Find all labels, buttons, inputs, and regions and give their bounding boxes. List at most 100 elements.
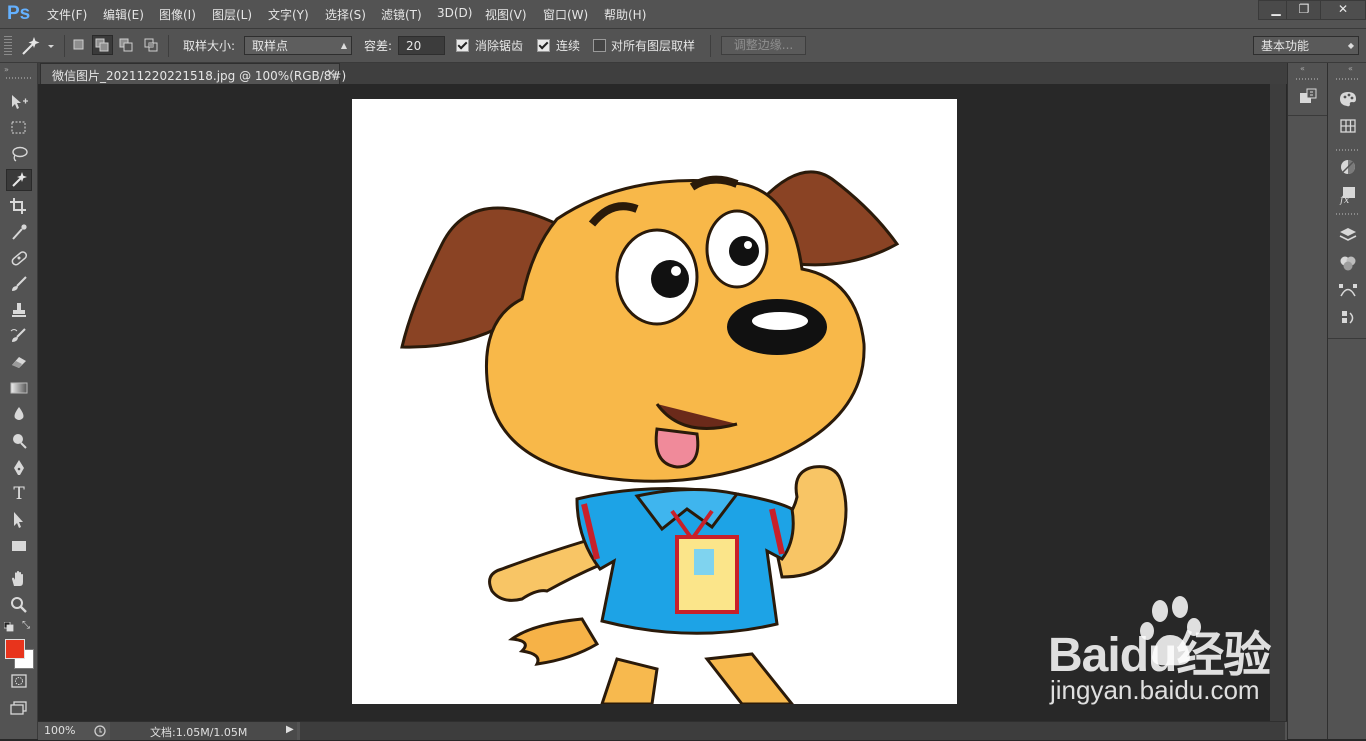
menu-select[interactable]: 选择(S)	[325, 6, 366, 23]
options-separator	[168, 35, 169, 57]
menu-image[interactable]: 图像(I)	[159, 6, 196, 23]
lasso-tool-icon	[12, 146, 28, 162]
paths-panel-button[interactable]	[1338, 281, 1358, 301]
gradient-tool-icon	[10, 382, 28, 394]
pen-tool[interactable]	[6, 457, 32, 479]
move-tool-icon	[12, 95, 28, 109]
rectangle-tool[interactable]	[6, 535, 32, 557]
expand-dock-icon[interactable]: «	[1300, 64, 1305, 73]
restore-button[interactable]: ❐	[1286, 0, 1322, 20]
options-separator	[64, 35, 65, 57]
collapse-toolbar-icon[interactable]: »	[4, 65, 9, 74]
toolbar-grip[interactable]	[6, 77, 31, 79]
chevron-down-icon: ◆	[1347, 41, 1354, 50]
swap-colors-icon[interactable]: ⤡	[22, 620, 30, 631]
dock-grip[interactable]	[1296, 78, 1320, 80]
hand-tool[interactable]	[6, 568, 32, 590]
menu-window[interactable]: 窗口(W)	[543, 6, 588, 23]
layers-panel-button[interactable]	[1338, 225, 1358, 245]
new-selection-icon	[73, 39, 84, 50]
magic-wand-preset-icon	[22, 37, 54, 55]
path-selection-tool-icon	[14, 512, 23, 528]
eraser-tool[interactable]	[6, 351, 32, 373]
menu-filter[interactable]: 滤镜(T)	[381, 6, 422, 23]
horizontal-scrollbar[interactable]	[300, 722, 1285, 740]
contiguous-checkbox[interactable]	[537, 39, 550, 52]
type-tool[interactable]: T	[6, 483, 32, 505]
clone-stamp-tool[interactable]	[6, 299, 32, 321]
document-canvas[interactable]	[352, 99, 957, 704]
menu-help[interactable]: 帮助(H)	[604, 6, 646, 23]
status-info-button[interactable]	[93, 724, 107, 738]
quick-mask-button[interactable]	[6, 670, 32, 692]
blur-tool[interactable]	[6, 403, 32, 425]
fx-styles-icon: fx	[1339, 187, 1355, 205]
gradient-tool[interactable]	[6, 377, 32, 399]
options-bar: 取样大小: 取样点 ▲ 容差: 20 消除锯齿 连续 对所有图层取样 调整边缘.…	[0, 29, 1366, 63]
styles-panel-button[interactable]: fx	[1338, 185, 1358, 205]
tool-preset-picker[interactable]	[19, 35, 57, 57]
document-close-icon[interactable]: ×	[326, 66, 336, 80]
history-brush-tool[interactable]	[6, 325, 32, 347]
swatches-panel-button[interactable]	[1338, 116, 1358, 136]
menu-edit[interactable]: 编辑(E)	[103, 6, 144, 23]
type-tool-icon: T	[13, 484, 25, 504]
marquee-tool[interactable]	[6, 117, 32, 139]
add-to-selection-button[interactable]	[92, 35, 113, 55]
dock-grip[interactable]	[1336, 78, 1360, 80]
menu-layer[interactable]: 图层(L)	[212, 6, 252, 23]
lasso-tool[interactable]	[6, 143, 32, 165]
quick-mask-icon	[11, 674, 27, 688]
document-tab-title: 微信图片_20211220221518.jpg @ 100%(RGB/8#)	[52, 69, 347, 83]
brush-tool[interactable]	[6, 273, 32, 295]
add-to-selection-icon	[95, 38, 109, 52]
screen-mode-button[interactable]	[6, 697, 32, 719]
options-grip[interactable]	[4, 35, 12, 55]
cartoon-dog-image	[400, 170, 900, 704]
tolerance-input[interactable]: 20	[398, 36, 445, 55]
sample-all-layers-checkbox[interactable]	[593, 39, 606, 52]
close-button[interactable]: ✕	[1320, 0, 1366, 20]
subtract-from-selection-button[interactable]	[117, 36, 135, 54]
healing-brush-tool[interactable]	[6, 247, 32, 269]
menu-type[interactable]: 文字(Y)	[268, 6, 309, 23]
menu-3d[interactable]: 3D(D)	[437, 6, 472, 20]
history-states-panel-button[interactable]	[1338, 309, 1358, 329]
photoshop-logo: Ps	[7, 3, 31, 24]
default-colors-icon[interactable]	[3, 621, 14, 632]
sample-size-select[interactable]: 取样点 ▲	[244, 36, 352, 55]
magic-wand-tool[interactable]	[6, 169, 32, 191]
new-selection-button[interactable]	[70, 36, 88, 54]
menu-file[interactable]: 文件(F)	[47, 6, 87, 23]
foreground-color-swatch[interactable]	[5, 639, 25, 659]
document-tab[interactable]: 微信图片_20211220221518.jpg @ 100%(RGB/8#) ×	[40, 63, 346, 84]
workspace-select[interactable]: 基本功能 ◆	[1253, 36, 1359, 55]
color-panel-button[interactable]	[1338, 89, 1358, 109]
dodge-tool[interactable]	[6, 429, 32, 451]
menu-view[interactable]: 视图(V)	[485, 6, 527, 23]
marquee-tool-icon	[11, 121, 26, 134]
menu-bar: Ps 文件(F) 编辑(E) 图像(I) 图层(L) 文字(Y) 选择(S) 滤…	[0, 0, 1366, 29]
zoom-tool[interactable]	[6, 594, 32, 616]
brush-tool-icon	[12, 276, 27, 291]
history-panel-button[interactable]	[1298, 87, 1318, 107]
intersect-selection-button[interactable]	[142, 36, 160, 54]
collapse-dock-icon[interactable]: «	[1348, 64, 1353, 73]
history-states-icon	[1342, 311, 1354, 324]
tolerance-label: 容差:	[364, 39, 393, 53]
tolerance-value: 20	[406, 39, 422, 53]
subtract-selection-icon	[119, 38, 133, 52]
channels-panel-button[interactable]	[1338, 253, 1358, 273]
move-tool[interactable]	[6, 91, 32, 113]
info-icon	[94, 725, 106, 737]
eyedropper-tool[interactable]	[6, 221, 32, 243]
path-selection-tool[interactable]	[6, 509, 32, 531]
crop-tool[interactable]	[6, 195, 32, 217]
zoom-level[interactable]: 100%	[44, 724, 75, 737]
antialias-checkbox[interactable]	[456, 39, 469, 52]
refine-edge-button[interactable]: 调整边缘...	[721, 36, 806, 55]
dodge-tool-icon	[13, 434, 27, 449]
status-menu-arrow-icon[interactable]: ▶	[286, 724, 294, 735]
doc-size-field: 文档:1.05M/1.05M	[110, 722, 297, 740]
adjustments-panel-button[interactable]	[1338, 157, 1358, 177]
